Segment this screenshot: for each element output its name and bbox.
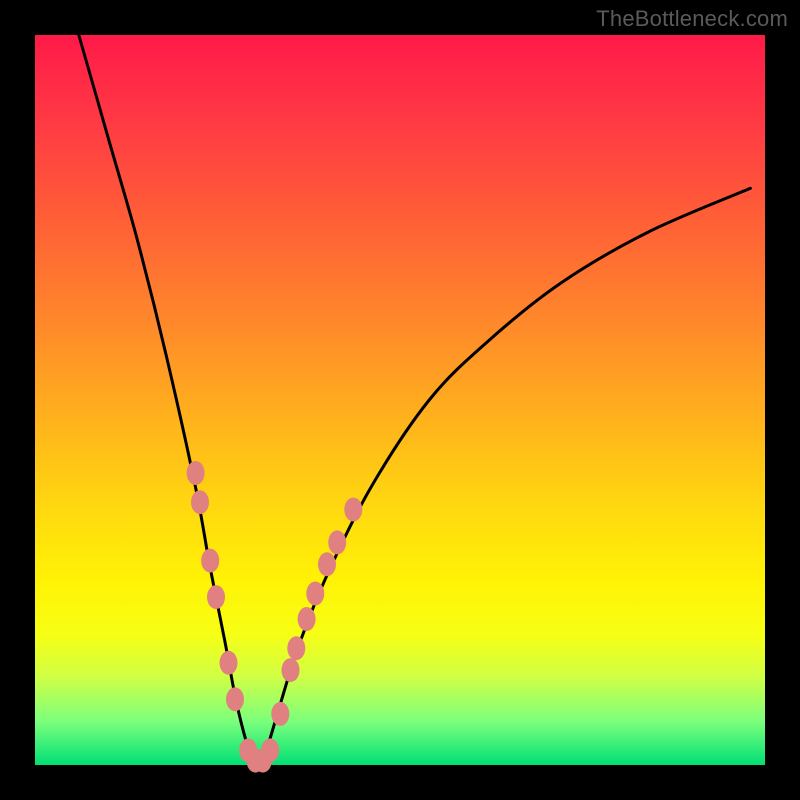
data-point xyxy=(187,461,205,485)
plot-area xyxy=(35,35,765,765)
watermark-text: TheBottleneck.com xyxy=(596,6,788,32)
data-point xyxy=(287,636,305,660)
bottleneck-curve xyxy=(79,35,751,764)
data-point xyxy=(282,658,300,682)
data-point xyxy=(207,585,225,609)
data-point xyxy=(306,582,324,606)
data-point xyxy=(318,552,336,576)
curve-layer xyxy=(35,35,765,765)
data-point xyxy=(191,490,209,514)
data-point xyxy=(298,607,316,631)
data-point xyxy=(328,530,346,554)
data-point xyxy=(226,687,244,711)
data-point xyxy=(220,651,238,675)
chart-frame: TheBottleneck.com xyxy=(0,0,800,800)
data-point xyxy=(201,549,219,573)
data-point xyxy=(271,702,289,726)
data-point xyxy=(344,498,362,522)
data-point xyxy=(261,738,279,762)
